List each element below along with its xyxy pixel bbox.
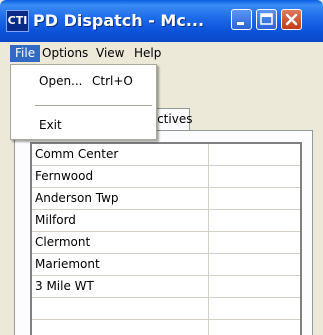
- list-item-label: Clermont: [35, 235, 91, 249]
- close-icon: [285, 13, 298, 26]
- menu-file[interactable]: File: [10, 45, 41, 62]
- location-list[interactable]: Comm Center Fernwood Anderson Twp Milfor…: [30, 142, 302, 335]
- menu-item-exit[interactable]: Exit: [12, 113, 155, 137]
- list-item-label: Milford: [35, 213, 76, 227]
- list-item-label: Mariemont: [35, 257, 100, 271]
- list-item-label: Fernwood: [35, 169, 94, 183]
- file-menu-dropdown: Open... Ctrl+O Exit: [10, 64, 157, 140]
- list-item-label: Comm Center: [35, 147, 119, 161]
- list-item[interactable]: Mariemont: [32, 254, 300, 276]
- menu-item-open-shortcut: Ctrl+O: [92, 74, 133, 88]
- menu-view[interactable]: View: [91, 45, 129, 62]
- list-item[interactable]: Comm Center: [32, 144, 300, 166]
- window-title: PD Dispatch - Mc...: [33, 11, 205, 30]
- list-item[interactable]: [32, 298, 300, 320]
- column-divider: [208, 144, 209, 166]
- column-divider: [208, 276, 209, 298]
- list-item[interactable]: 3 Mile WT: [32, 276, 300, 298]
- list-item[interactable]: Anderson Twp: [32, 188, 300, 210]
- app-icon[interactable]: CTI: [6, 10, 29, 32]
- list-item[interactable]: [32, 320, 300, 335]
- app-window: CTI PD Dispatch - Mc... File Options Vie…: [0, 0, 323, 335]
- list-item[interactable]: Clermont: [32, 232, 300, 254]
- list-item[interactable]: Fernwood: [32, 166, 300, 188]
- close-button[interactable]: [281, 9, 302, 30]
- menu-item-open-label: Open...: [39, 74, 83, 88]
- column-divider: [208, 320, 209, 335]
- minimize-button[interactable]: [231, 9, 252, 30]
- menu-help[interactable]: Help: [129, 45, 166, 62]
- list-item[interactable]: Milford: [32, 210, 300, 232]
- title-bar[interactable]: CTI PD Dispatch - Mc...: [0, 0, 323, 42]
- menu-bar: File Options View Help: [0, 42, 323, 64]
- column-divider: [208, 298, 209, 320]
- column-divider: [208, 232, 209, 254]
- column-divider: [208, 188, 209, 210]
- column-divider: [208, 166, 209, 188]
- maximize-icon: [260, 13, 273, 25]
- menu-item-open[interactable]: Open... Ctrl+O: [12, 69, 155, 93]
- column-divider: [208, 254, 209, 276]
- list-item-label: 3 Mile WT: [35, 279, 94, 293]
- list-item-label: Anderson Twp: [35, 191, 119, 205]
- menu-options[interactable]: Options: [37, 45, 93, 62]
- menu-separator: [35, 105, 152, 106]
- column-divider: [208, 210, 209, 232]
- minimize-icon: [237, 22, 244, 25]
- menu-item-exit-label: Exit: [39, 118, 62, 132]
- maximize-button[interactable]: [256, 9, 277, 30]
